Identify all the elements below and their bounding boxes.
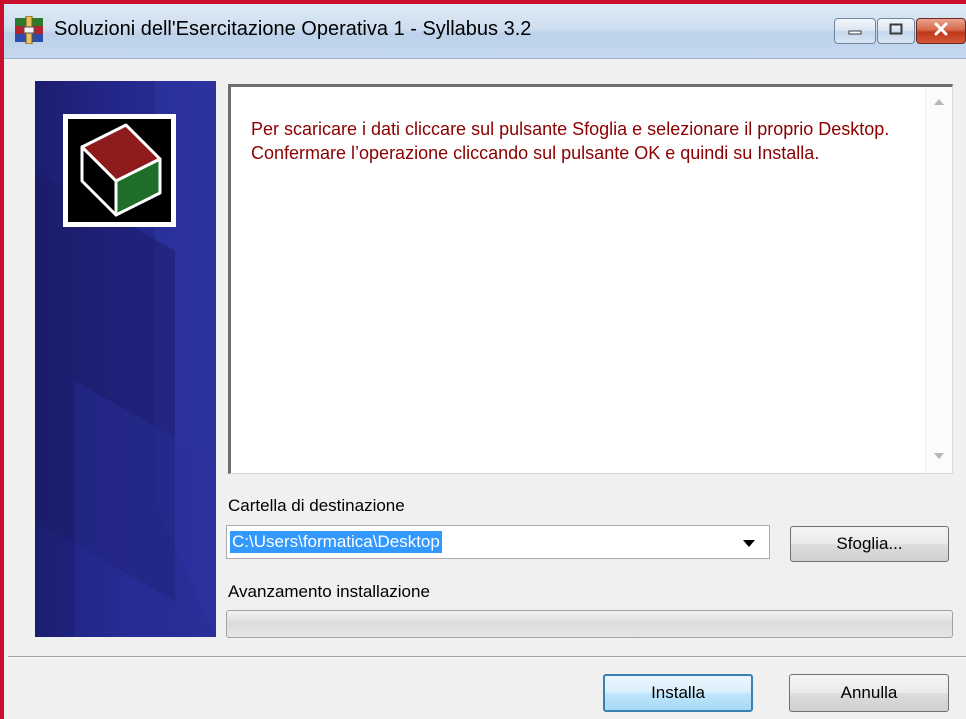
installation-progress-bar [226, 610, 953, 638]
instructions-text: Per scaricare i dati cliccare sul pulsan… [251, 119, 890, 163]
maximize-icon [889, 22, 903, 40]
destination-path-value[interactable]: C:\Users\formatica\Desktop [230, 531, 442, 553]
installer-window: Soluzioni dell'Esercitazione Operativa 1… [0, 0, 966, 719]
minimize-icon [848, 22, 862, 40]
instructions-panel: Per scaricare i dati cliccare sul pulsan… [228, 84, 953, 474]
box-package-icon [68, 123, 171, 226]
vertical-scrollbar[interactable] [925, 87, 952, 473]
destination-label: Cartella di destinazione [228, 496, 405, 515]
winrar-archive-icon [14, 15, 44, 45]
browse-button[interactable]: Sfoglia... [790, 526, 949, 562]
maximize-button[interactable] [877, 18, 915, 44]
install-button[interactable]: Installa [603, 674, 753, 712]
cancel-button[interactable]: Annulla [789, 674, 949, 712]
footer-divider [8, 656, 966, 658]
close-button[interactable] [916, 18, 966, 44]
destination-combobox[interactable]: C:\Users\formatica\Desktop [226, 525, 770, 559]
title-bar[interactable]: Soluzioni dell'Esercitazione Operativa 1… [4, 4, 966, 59]
scroll-down-icon[interactable] [934, 453, 944, 459]
sidebar-banner [35, 81, 216, 637]
chevron-down-icon[interactable] [743, 540, 755, 547]
close-icon [933, 22, 949, 41]
window-title: Soluzioni dell'Esercitazione Operativa 1… [54, 18, 532, 40]
minimize-button[interactable] [834, 18, 876, 44]
product-logo [63, 114, 176, 227]
scroll-up-icon[interactable] [934, 99, 944, 105]
progress-label: Avanzamento installazione [228, 582, 430, 601]
